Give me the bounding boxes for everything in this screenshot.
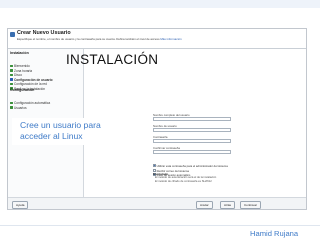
sidebar-item-users[interactable]: Usuarios	[10, 99, 27, 109]
callout-line-2: acceder al Linux	[20, 131, 83, 141]
more-info-link[interactable]: Más información	[160, 37, 181, 41]
callout-line-1: Cree un usuario para	[20, 120, 101, 130]
slide-footer-divider	[0, 225, 320, 226]
sidebar-item-user-setup[interactable]: Configuración de usuario	[10, 71, 53, 81]
slide-heading: INSTALACIÓN	[66, 52, 159, 67]
section-title-configuration: Configuración	[10, 88, 35, 92]
back-button[interactable]: Atrás	[220, 200, 236, 209]
window-subtitle: Especifique el nombre, el nombre de usua…	[17, 37, 182, 41]
auth-note-1: El método de autenticación será el de la…	[155, 176, 217, 179]
sidebar-item-label: Usuarios	[14, 105, 27, 110]
sidebar-item-timezone[interactable]: Zona horaria	[10, 62, 32, 72]
section-title-installation: Instalación	[10, 51, 29, 55]
callout-box: Cree un usuario para acceder al Linux	[12, 118, 132, 145]
confirm-password-field[interactable]	[153, 150, 231, 154]
sidebar-item-install[interactable]: Realizar la instalación	[10, 80, 45, 90]
window-title: Crear Nuevo Usuario	[17, 30, 71, 36]
sidebar-item-welcome[interactable]: Bienvenido	[10, 57, 30, 68]
subtitle-text: Especifique el nombre, el nombre de usua…	[17, 37, 160, 41]
cancel-button[interactable]: Anular	[196, 200, 213, 209]
installer-footer: Ayuda Anular Atrás Continuar	[8, 197, 306, 209]
author-name: Hamid Rujana	[250, 229, 299, 238]
continue-button[interactable]: Continuar	[240, 200, 262, 209]
user-setup-icon	[10, 32, 15, 37]
help-button[interactable]: Ayuda	[12, 200, 29, 209]
slide-top-band	[0, 0, 320, 8]
sidebar-item-auto-config[interactable]: Configuración automática	[10, 94, 50, 105]
sidebar-item-network[interactable]: Configuración de la red	[10, 75, 47, 86]
check-dot-icon	[10, 106, 13, 109]
full-name-field[interactable]	[153, 117, 231, 121]
sidebar-item-disk[interactable]: Disco	[10, 66, 22, 77]
auth-note-2: El método de cifrado de contraseña es SH…	[155, 180, 212, 183]
password-field[interactable]	[153, 139, 231, 143]
window-header: Crear Nuevo Usuario Especifique el nombr…	[8, 29, 306, 49]
username-field[interactable]	[153, 128, 231, 132]
